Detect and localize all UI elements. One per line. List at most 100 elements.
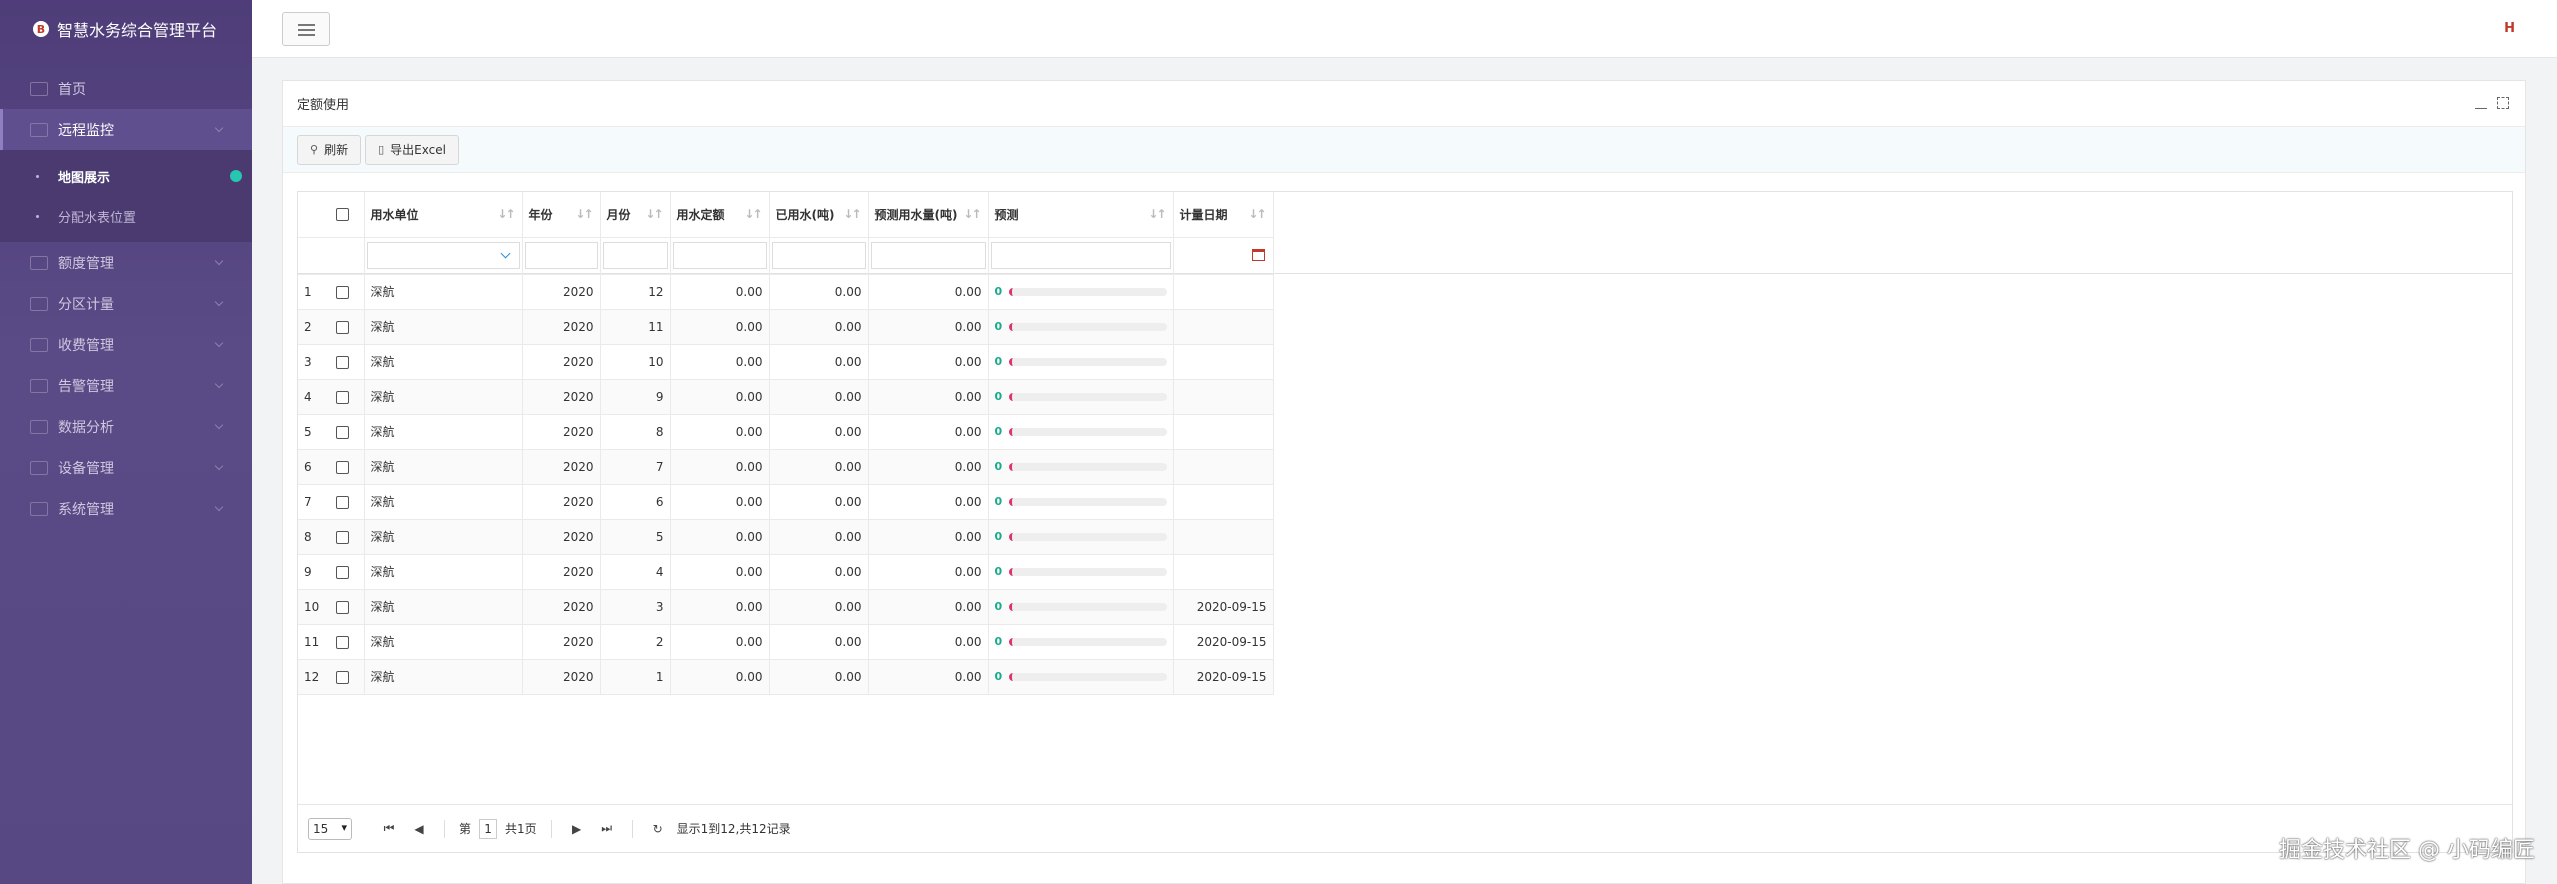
- sidebar-item-zone-metering[interactable]: 分区计量: [0, 283, 252, 324]
- sidebar-item-devices[interactable]: 设备管理: [0, 447, 252, 488]
- refresh-button[interactable]: ⚲ 刷新: [297, 134, 362, 165]
- column-header-year[interactable]: 年份 ↓↑: [522, 192, 601, 238]
- row-checkbox[interactable]: [336, 285, 349, 299]
- row-select-cell: 1: [298, 274, 365, 310]
- used-filter-input[interactable]: [771, 242, 866, 269]
- sort-icon[interactable]: ↓↑: [843, 207, 861, 221]
- select-all-header[interactable]: [298, 192, 365, 238]
- sort-icon[interactable]: ↓↑: [575, 207, 593, 221]
- maximize-icon[interactable]: [2497, 97, 2509, 109]
- hamburger-icon: [298, 34, 315, 36]
- sidebar-item-analytics[interactable]: 数据分析: [0, 406, 252, 447]
- first-page-icon[interactable]: ⏮: [378, 821, 400, 836]
- cell-used: 0.00: [769, 449, 869, 485]
- sidebar-item-remote-monitor[interactable]: 远程监控: [0, 109, 252, 150]
- table-row[interactable]: 2 深航 2020 11 0.00 0.00 0.00 0: [298, 309, 1274, 345]
- column-label: 用水定额: [676, 207, 725, 222]
- cell-month: 3: [600, 589, 671, 625]
- table-row[interactable]: 4 深航 2020 9 0.00 0.00 0.00 0: [298, 379, 1274, 415]
- select-all-checkbox[interactable]: [336, 208, 350, 222]
- row-checkbox[interactable]: [336, 320, 349, 334]
- row-checkbox[interactable]: [336, 355, 349, 369]
- table-row[interactable]: 3 深航 2020 10 0.00 0.00 0.00 0: [298, 344, 1274, 380]
- table-row[interactable]: 6 深航 2020 7 0.00 0.00 0.00 0: [298, 449, 1274, 485]
- table-row[interactable]: 10 深航 2020 3 0.00 0.00 0.00 0 2020-09-15: [298, 589, 1274, 625]
- export-excel-button[interactable]: ▯ 导出Excel: [365, 134, 459, 165]
- row-checkbox[interactable]: [336, 425, 349, 439]
- sidebar-item-quota[interactable]: 额度管理: [0, 242, 252, 283]
- prediction-progress: 0: [995, 530, 1167, 543]
- minimize-icon[interactable]: [2475, 97, 2487, 109]
- row-checkbox[interactable]: [336, 565, 349, 579]
- sort-icon[interactable]: ↓↑: [744, 207, 762, 221]
- sidebar: B 智慧水务综合管理平台 首页 远程监控 地图展示 分配水表位置 额度管理 分区…: [0, 0, 252, 884]
- sort-icon[interactable]: ↓↑: [963, 207, 981, 221]
- column-header-date[interactable]: 计量日期 ↓↑: [1173, 192, 1274, 238]
- calendar-icon[interactable]: [1251, 249, 1265, 261]
- cell-month: 9: [600, 379, 671, 415]
- cell-used: 0.00: [769, 624, 869, 660]
- column-header-prediction[interactable]: 预测 ↓↑: [988, 192, 1174, 238]
- cell-prediction: 0: [988, 519, 1174, 555]
- sidebar-item-alarms[interactable]: 告警管理: [0, 365, 252, 406]
- unit-filter-select[interactable]: [366, 242, 520, 269]
- progress-track: [1008, 637, 1167, 646]
- row-checkbox[interactable]: [336, 635, 349, 649]
- sort-icon[interactable]: ↓↑: [645, 207, 663, 221]
- sidebar-subitem-meter-location[interactable]: 分配水表位置: [0, 196, 252, 236]
- reload-icon[interactable]: ↻: [647, 822, 669, 836]
- sidebar-subitem-map[interactable]: 地图展示: [0, 156, 252, 196]
- sort-icon[interactable]: ↓↑: [497, 207, 515, 221]
- pager-separator: [631, 819, 633, 838]
- sort-icon[interactable]: ↓↑: [1248, 207, 1266, 221]
- column-header-quota[interactable]: 用水定额 ↓↑: [670, 192, 770, 238]
- column-header-used[interactable]: 已用水(吨) ↓↑: [769, 192, 869, 238]
- table-row[interactable]: 12 深航 2020 1 0.00 0.00 0.00 0 2020-09-15: [298, 659, 1274, 695]
- header-row: 用水单位 ↓↑ 年份 ↓↑ 月份 ↓↑ 用水定额 ↓↑ 已用水(吨) ↓↑ 预测用水量(吨…: [298, 192, 1274, 238]
- quota-filter-input[interactable]: [672, 242, 767, 269]
- brand[interactable]: B 智慧水务综合管理平台: [0, 0, 252, 58]
- table-row[interactable]: 1 深航 2020 12 0.00 0.00 0.00 0: [298, 274, 1274, 310]
- column-header-unit[interactable]: 用水单位 ↓↑: [364, 192, 523, 238]
- date-filter-input[interactable]: [1175, 242, 1271, 269]
- cell-quota: 0.00: [670, 274, 770, 310]
- prev-page-icon[interactable]: ◀: [408, 822, 430, 836]
- cell-date: [1173, 519, 1274, 555]
- table-row[interactable]: 5 深航 2020 8 0.00 0.00 0.00 0: [298, 414, 1274, 450]
- forecast-filter-input[interactable]: [870, 242, 986, 269]
- prediction-filter-input[interactable]: [990, 242, 1171, 269]
- user-avatar-icon[interactable]: H: [2504, 21, 2515, 36]
- table-row[interactable]: 8 深航 2020 5 0.00 0.00 0.00 0: [298, 519, 1274, 555]
- menu-toggle-button[interactable]: [282, 12, 330, 46]
- sidebar-item-home[interactable]: 首页: [0, 68, 252, 109]
- cell-quota: 0.00: [670, 309, 770, 345]
- row-checkbox[interactable]: [336, 460, 349, 474]
- sort-icon[interactable]: ↓↑: [1148, 207, 1166, 221]
- table-row[interactable]: 9 深航 2020 4 0.00 0.00 0.00 0: [298, 554, 1274, 590]
- sidebar-item-system[interactable]: 系统管理: [0, 488, 252, 529]
- page-number-input[interactable]: 1: [479, 818, 498, 839]
- month-filter-input[interactable]: [602, 242, 668, 269]
- row-checkbox[interactable]: [336, 670, 349, 684]
- progress-track: [1008, 462, 1167, 471]
- last-page-icon[interactable]: ⏭: [596, 821, 618, 836]
- row-number: 11: [304, 634, 320, 649]
- sidebar-item-fees[interactable]: 收费管理: [0, 324, 252, 365]
- row-checkbox[interactable]: [336, 390, 349, 404]
- row-checkbox[interactable]: [336, 600, 349, 614]
- hamburger-icon: [298, 24, 315, 26]
- next-page-icon[interactable]: ▶: [566, 822, 588, 836]
- year-filter-input[interactable]: [524, 242, 598, 269]
- cell-prediction: 0: [988, 624, 1174, 660]
- cell-unit: 深航: [364, 554, 523, 590]
- prediction-progress: 0: [995, 355, 1167, 368]
- cell-month: 1: [600, 659, 671, 695]
- table-row[interactable]: 7 深航 2020 6 0.00 0.00 0.00 0: [298, 484, 1274, 520]
- column-header-month[interactable]: 月份 ↓↑: [600, 192, 671, 238]
- row-checkbox[interactable]: [336, 495, 349, 509]
- column-header-forecast[interactable]: 预测用水量(吨) ↓↑: [868, 192, 989, 238]
- page-size-select[interactable]: 15: [308, 817, 352, 840]
- alarm-icon: [30, 378, 48, 393]
- row-checkbox[interactable]: [336, 530, 349, 544]
- table-row[interactable]: 11 深航 2020 2 0.00 0.00 0.00 0 2020-09-15: [298, 624, 1274, 660]
